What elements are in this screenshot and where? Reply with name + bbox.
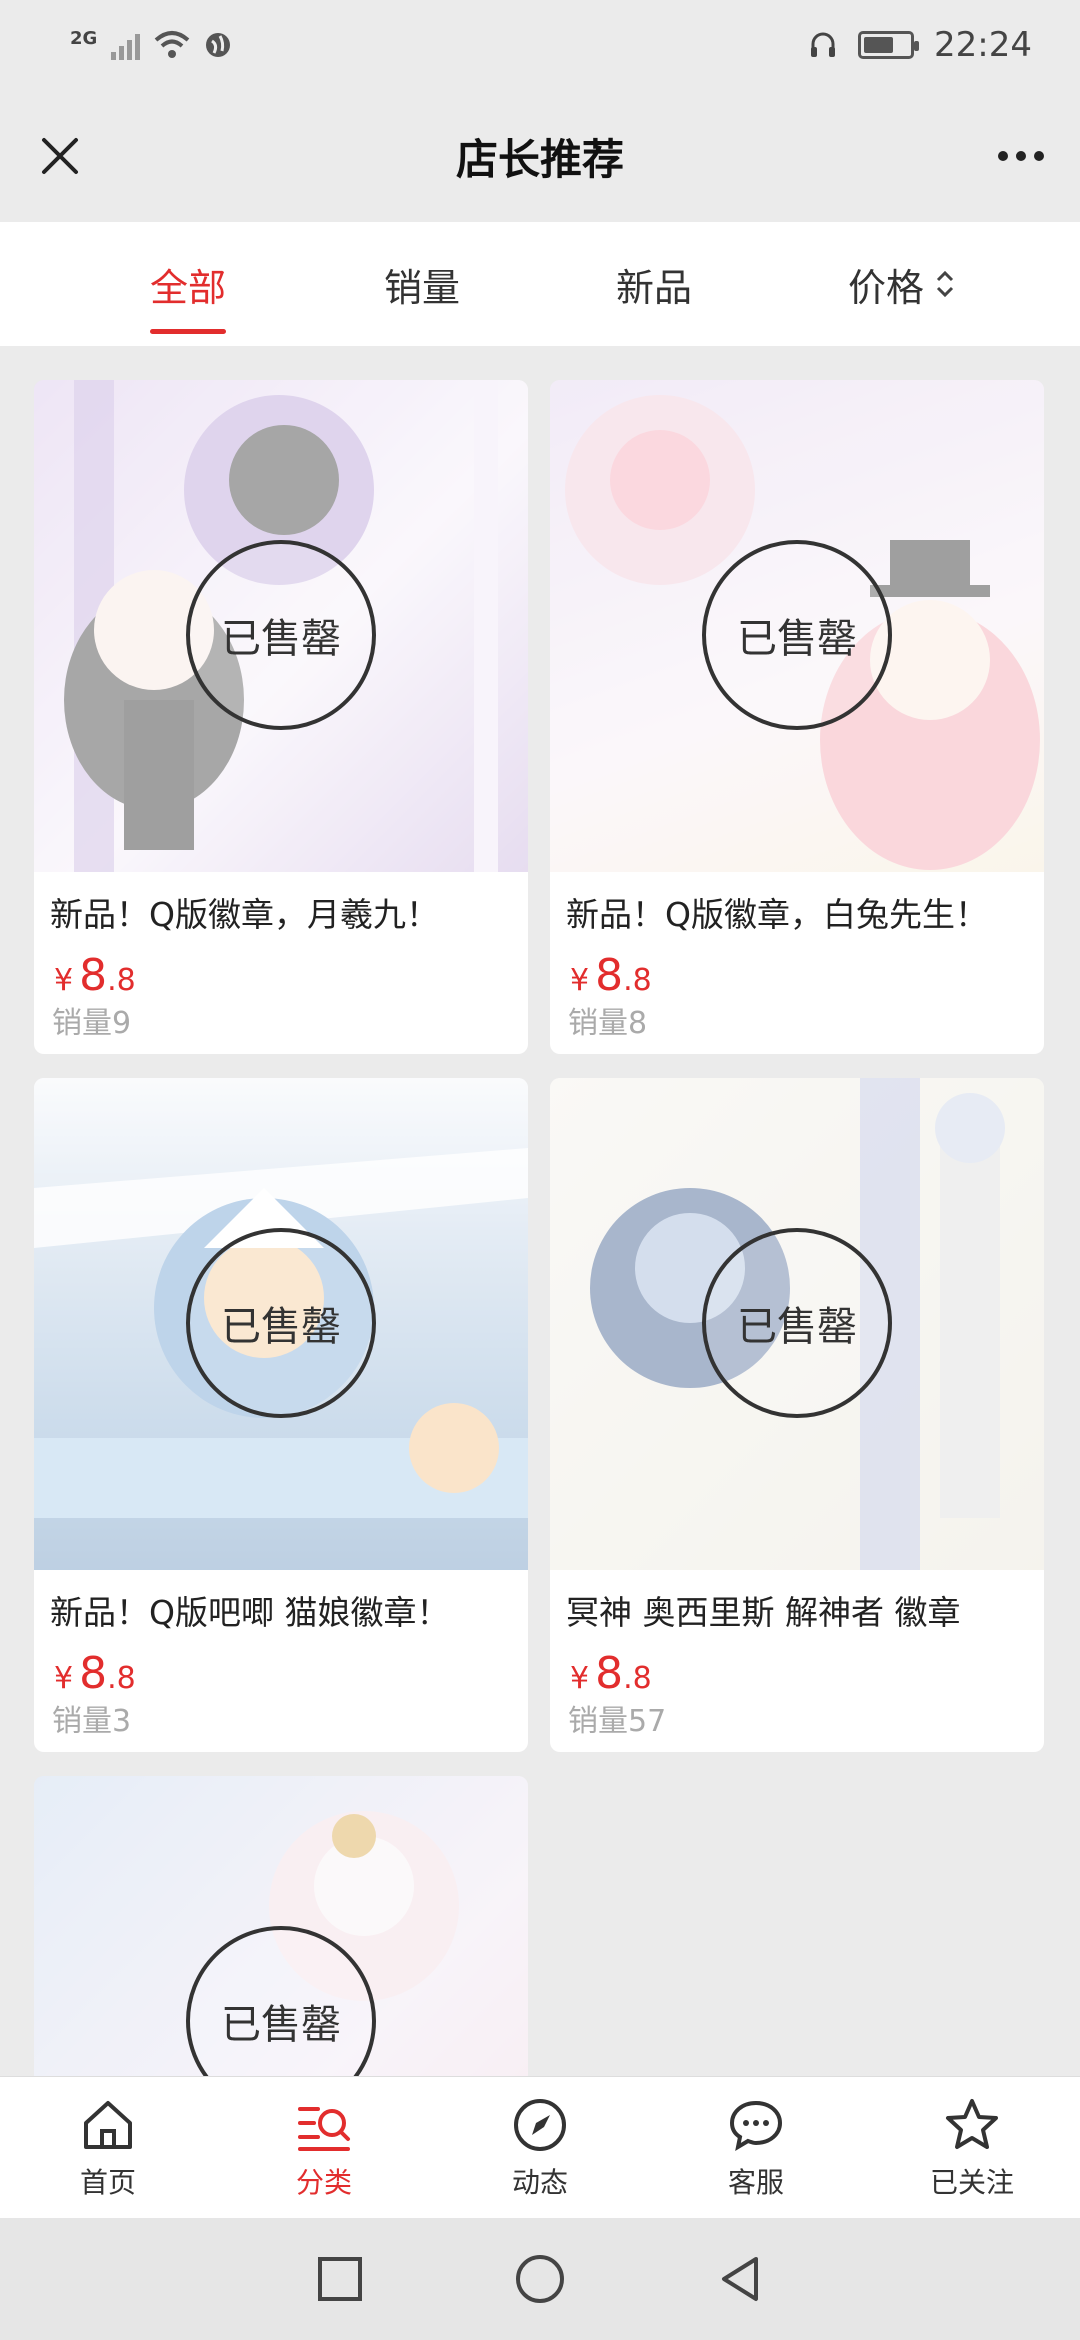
currency-symbol: ¥ (54, 1661, 74, 1696)
status-right: 22:24 (808, 25, 1032, 65)
nav-item-home[interactable]: 首页 (0, 2077, 216, 2218)
star-icon (946, 2098, 998, 2149)
page-title: 店长推荐 (455, 134, 624, 184)
product-image: 已售罄 (34, 1776, 528, 2076)
currency-symbol: ¥ (570, 963, 590, 998)
product-price: ¥ 8 .8 (550, 934, 1044, 1001)
product-card[interactable]: 已售罄 冥神 奥西里斯 解神者 徽章 ¥ 8 .8 销量57 (550, 1078, 1044, 1752)
tab-price[interactable]: 价格 (848, 252, 956, 316)
recent-apps-button[interactable] (316, 2255, 364, 2303)
nav-label: 客服 (727, 2165, 784, 2199)
clock: 22:24 (934, 25, 1032, 65)
filter-tabs: 全部 销量 新品 价格 (0, 222, 1080, 346)
product-name: 新品！Q版徽章，月羲九！ (50, 895, 439, 934)
price-decimal: .8 (107, 1661, 136, 1696)
nav-label: 分类 (295, 2165, 352, 2199)
category-search-icon (298, 2106, 350, 2151)
nav-item-service[interactable]: 客服 (648, 2077, 864, 2218)
nav-label: 已关注 (929, 2165, 1014, 2199)
compass-icon (514, 2098, 566, 2151)
status-left: 2G (70, 27, 232, 60)
signal-icon (111, 30, 141, 60)
currency-symbol: ¥ (570, 1661, 590, 1696)
price-integer: 8 (79, 950, 108, 1001)
price-integer: 8 (595, 950, 624, 1001)
more-dot-icon (1016, 151, 1026, 161)
product-image: 已售罄 (34, 380, 528, 872)
tab-label: 销量 (384, 265, 461, 310)
product-card[interactable]: 已售罄 (34, 1776, 528, 2076)
sort-arrows-icon (936, 270, 954, 298)
price-decimal: .8 (107, 963, 136, 998)
sold-out-stamp: 已售罄 (702, 1228, 892, 1418)
bottom-nav: 首页 分类 动态 客服 已关注 (0, 2076, 1080, 2218)
product-image: 已售罄 (34, 1078, 528, 1570)
product-name: 新品！Q版吧唧 猫娘徽章！ (50, 1593, 450, 1632)
price-decimal: .8 (623, 963, 652, 998)
home-icon (84, 2100, 132, 2149)
network-type: 2G (70, 27, 98, 49)
nav-item-following[interactable]: 已关注 (864, 2077, 1080, 2218)
sales-count: 销量3 (52, 1704, 132, 1739)
product-card[interactable]: 已售罄 新品！Q版吧唧 猫娘徽章！ ¥ 8 .8 销量3 (34, 1078, 528, 1752)
product-name: 冥神 奥西里斯 解神者 徽章 (566, 1593, 961, 1632)
status-bar: 2G 22:24 (0, 0, 1080, 90)
headphones-icon (811, 32, 836, 57)
sold-out-stamp: 已售罄 (186, 1228, 376, 1418)
sales-count: 销量9 (52, 1006, 132, 1041)
product-image: 已售罄 (550, 1078, 1044, 1570)
tab-sales[interactable]: 销量 (384, 252, 460, 316)
tab-all[interactable]: 全部 (150, 252, 227, 334)
globe-icon (206, 33, 231, 57)
tab-label: 新品 (616, 265, 693, 310)
nav-label: 首页 (79, 2165, 136, 2199)
sold-out-stamp: 已售罄 (702, 540, 892, 730)
close-icon (42, 138, 78, 174)
tab-new[interactable]: 新品 (616, 252, 692, 316)
product-price: ¥ 8 .8 (34, 1632, 528, 1699)
product-grid: 已售罄 新品！Q版徽章，月羲九！ ¥ 8 .8 销量9 已售罄 新品！Q版徽章，… (0, 346, 1080, 2076)
sales-count: 销量8 (568, 1006, 648, 1041)
battery-icon (858, 31, 920, 59)
tab-label: 价格 (848, 265, 925, 310)
more-dot-icon (998, 151, 1008, 161)
title-bar: 店长推荐 (0, 90, 1080, 222)
sales-count: 销量57 (568, 1704, 667, 1739)
product-card[interactable]: 已售罄 新品！Q版徽章，月羲九！ ¥ 8 .8 销量9 (34, 380, 528, 1054)
back-button[interactable] (716, 2255, 764, 2303)
product-name: 新品！Q版徽章，白兔先生！ (566, 895, 988, 934)
wifi-icon (154, 31, 190, 58)
system-nav-bar (0, 2218, 1080, 2340)
product-price: ¥ 8 .8 (34, 934, 528, 1001)
price-decimal: .8 (623, 1661, 652, 1696)
chat-icon (729, 2100, 783, 2151)
price-integer: 8 (595, 1648, 624, 1699)
product-image: 已售罄 (550, 380, 1044, 872)
nav-item-category[interactable]: 分类 (216, 2077, 432, 2218)
product-price: ¥ 8 .8 (550, 1632, 1044, 1699)
price-integer: 8 (79, 1648, 108, 1699)
nav-label: 动态 (511, 2165, 568, 2199)
more-dot-icon (1034, 151, 1044, 161)
tab-label: 全部 (150, 265, 227, 310)
close-button[interactable] (30, 126, 90, 186)
sold-out-stamp: 已售罄 (186, 540, 376, 730)
nav-item-feed[interactable]: 动态 (432, 2077, 648, 2218)
home-button[interactable] (514, 2253, 566, 2305)
currency-symbol: ¥ (54, 963, 74, 998)
product-card[interactable]: 已售罄 新品！Q版徽章，白兔先生！ ¥ 8 .8 销量8 (550, 380, 1044, 1054)
more-options-button[interactable] (986, 126, 1056, 186)
